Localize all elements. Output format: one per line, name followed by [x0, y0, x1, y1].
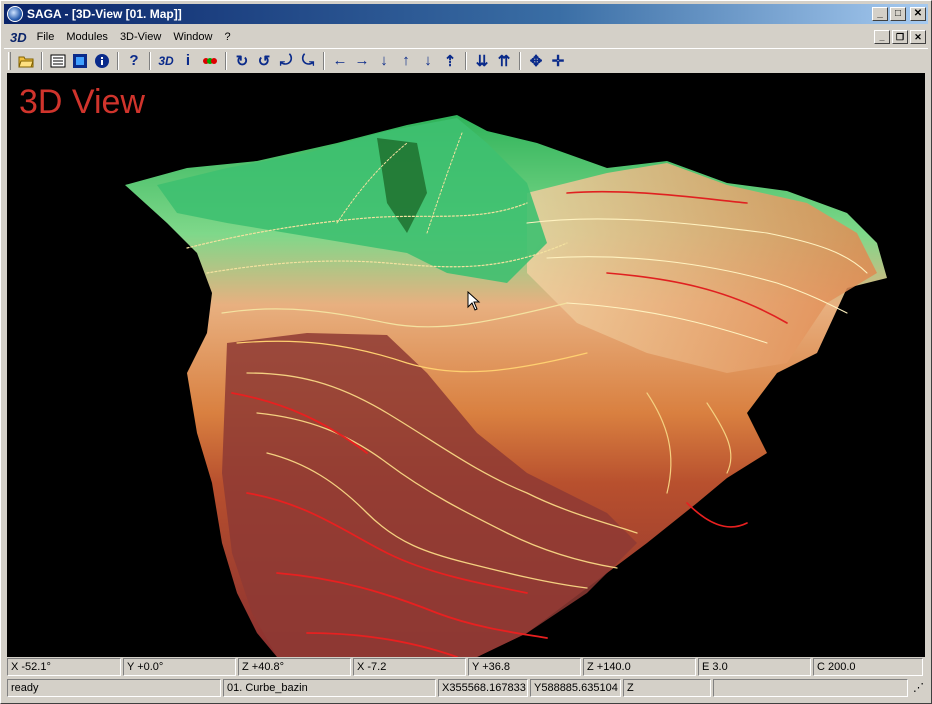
arrow-right-icon[interactable]: →	[351, 51, 373, 71]
status-rotation-x: X -52.1°	[7, 658, 121, 676]
title-bar[interactable]: SAGA - [3D-View [01. Map]] _ □ ✕	[4, 4, 928, 24]
status-shift-x: X -7.2	[353, 658, 466, 676]
child-minimize-button[interactable]: _	[874, 30, 890, 44]
mouse-cursor-icon	[467, 291, 481, 311]
tilt-up-icon[interactable]: ⤾	[275, 51, 297, 71]
status-coord-y: Y588885.635104	[530, 679, 621, 697]
main-status-bar: ready 01. Curbe_bazin X355568.167833 Y58…	[7, 679, 925, 697]
info-icon[interactable]	[91, 51, 113, 71]
status-central-projection: C 200.0	[813, 658, 923, 676]
close-button[interactable]: ✕	[910, 7, 926, 21]
status-coord-z: Z	[623, 679, 711, 697]
color-dots-icon[interactable]	[199, 51, 221, 71]
3d-view-canvas[interactable]: 3D View	[7, 73, 925, 657]
tilt-down-icon[interactable]: ⤿	[297, 51, 319, 71]
maximize-button[interactable]: □	[890, 7, 906, 21]
view-title-label: 3D View	[19, 83, 145, 121]
status-rotation-z: Z +40.8°	[238, 658, 351, 676]
menu-bar: 3D File Modules 3D-View Window ? _ ❐ ✕	[4, 27, 928, 47]
status-active-layer: 01. Curbe_bazin	[223, 679, 436, 697]
menu-modules[interactable]: Modules	[60, 29, 114, 45]
arrow-left-icon[interactable]: ←	[329, 51, 351, 71]
status-shift-z: Z +140.0	[583, 658, 696, 676]
view-parameters-status-bar: X -52.1° Y +0.0° Z +40.8° X -7.2 Y +36.8…	[7, 658, 925, 676]
square-map-icon[interactable]	[69, 51, 91, 71]
menu-window[interactable]: Window	[167, 29, 218, 45]
rotate-cw-icon[interactable]: ↻	[231, 51, 253, 71]
minimize-button[interactable]: _	[872, 7, 888, 21]
help-icon[interactable]: ?	[123, 51, 145, 71]
status-message: ready	[7, 679, 221, 697]
menu-3d-view[interactable]: 3D-View	[114, 29, 167, 45]
rotate-ccw-icon[interactable]: ↺	[253, 51, 275, 71]
arrow-down-icon[interactable]: ↓	[373, 51, 395, 71]
move-down-icon[interactable]: ↓	[417, 51, 439, 71]
zoom-out-icon[interactable]: ✛	[547, 51, 569, 71]
move-up-icon[interactable]: ⇡	[439, 51, 461, 71]
3d-view-doc-icon[interactable]: 3D	[10, 30, 27, 45]
toolbar-grip[interactable]	[8, 51, 11, 70]
open-folder-icon[interactable]	[15, 51, 37, 71]
zoom-in-icon[interactable]: ✥	[525, 51, 547, 71]
arrow-up-icon[interactable]: ↑	[395, 51, 417, 71]
status-shift-y: Y +36.8	[468, 658, 581, 676]
exaggerate-up-icon[interactable]: ⇈	[493, 51, 515, 71]
saga-globe-icon	[7, 6, 23, 22]
terrain-render	[125, 115, 887, 657]
list-icon[interactable]	[47, 51, 69, 71]
status-coord-x: X355568.167833	[438, 679, 528, 697]
menu-file[interactable]: File	[31, 29, 61, 45]
3d-icon[interactable]: 3D	[155, 51, 177, 71]
app-window: SAGA - [3D-View [01. Map]] _ □ ✕ 3D File…	[0, 0, 932, 704]
child-restore-button[interactable]: ❐	[892, 30, 908, 44]
status-rotation-y: Y +0.0°	[123, 658, 236, 676]
window-title: SAGA - [3D-View [01. Map]]	[27, 7, 182, 21]
child-close-button[interactable]: ✕	[910, 30, 926, 44]
exaggerate-down-icon[interactable]: ⇊	[471, 51, 493, 71]
resize-grip-icon[interactable]: ⋰	[910, 679, 925, 697]
toolbar: ? 3D i ↻ ↺ ⤾ ⤿ ← → ↓ ↑ ↓ ⇡ ⇊ ⇈ ✥ ✛	[4, 48, 928, 72]
menu-help[interactable]: ?	[218, 29, 236, 45]
info-i-icon[interactable]: i	[177, 51, 199, 71]
status-exaggeration: E 3.0	[698, 658, 811, 676]
status-extra	[713, 679, 908, 697]
